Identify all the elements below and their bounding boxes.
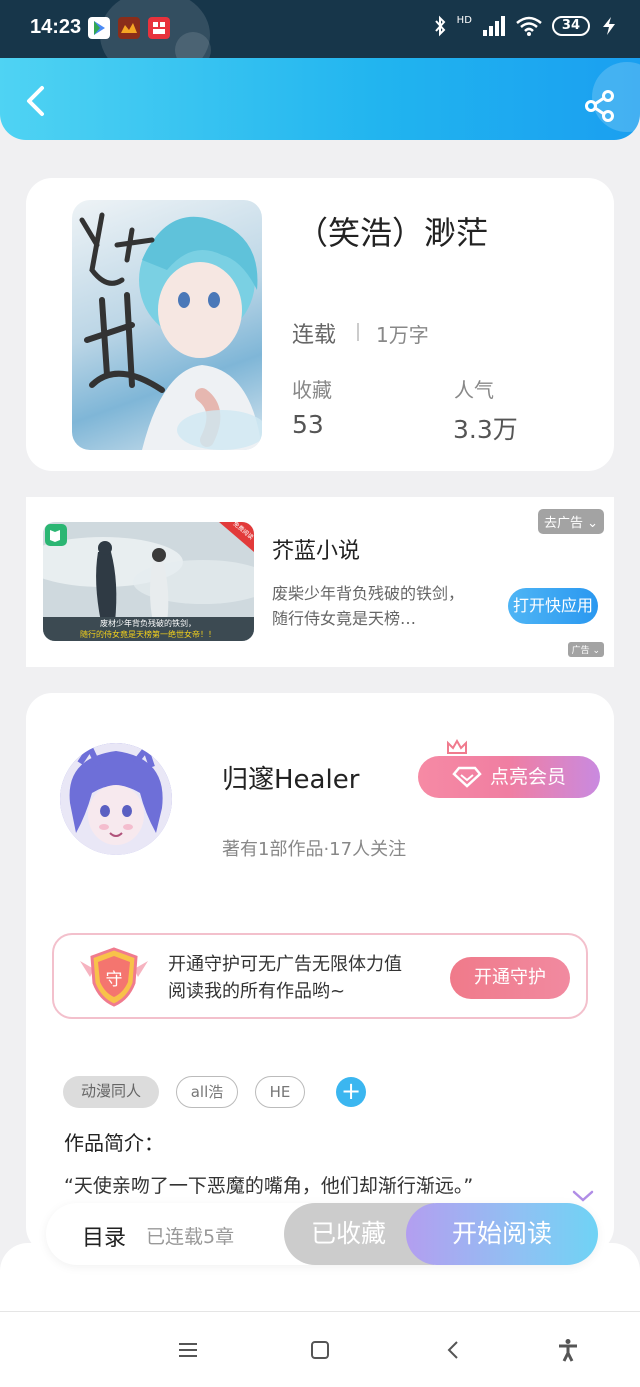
bottom-action-bar: 目录 已连载5章 已收藏 开始阅读 bbox=[46, 1203, 598, 1265]
ad-banner[interactable]: 废材少年背负残破的铁剑， 随行的侍女竟是天榜第一绝世女帝！！ 免费阅读 去广告 … bbox=[26, 497, 614, 667]
guard-description: 开通守护可无广告无限体力值 阅读我的所有作品哟~ bbox=[168, 951, 402, 1005]
ad-mark-label: 广告 bbox=[571, 646, 590, 656]
remove-ad-button[interactable]: 去广告 ⌄ bbox=[537, 509, 604, 534]
tag-item[interactable]: HE bbox=[255, 1076, 305, 1108]
share-icon[interactable] bbox=[584, 90, 616, 122]
popularity-label: 人气 bbox=[454, 378, 494, 402]
intro-text: “天使亲吻了一下恶魔的嘴角，他们却渐行渐远。” bbox=[64, 1175, 474, 1197]
author-card: 归邃Healer 著有1部作品·17人关注 点亮会员 守 开通守护可无广告无限体… bbox=[26, 693, 614, 1253]
diamond-icon bbox=[452, 766, 482, 788]
signal-icon bbox=[482, 16, 505, 36]
tag-item[interactable]: 动漫同人 bbox=[63, 1076, 159, 1108]
bluetooth-icon bbox=[434, 15, 446, 37]
charging-icon bbox=[603, 17, 615, 35]
book-cover-image[interactable] bbox=[72, 200, 262, 450]
popularity-count: 3.3万 bbox=[453, 415, 518, 444]
play-store-icon bbox=[88, 17, 110, 39]
hd-label: HD bbox=[456, 14, 472, 26]
wifi-icon bbox=[516, 16, 542, 36]
start-reading-button[interactable]: 开始阅读 bbox=[406, 1203, 598, 1265]
activate-guard-button[interactable]: 开通守护 bbox=[450, 957, 570, 999]
crown-icon bbox=[447, 739, 467, 754]
top-header bbox=[0, 58, 640, 140]
book-title: （笑浩）渺茫 bbox=[296, 214, 489, 252]
open-quick-app-button[interactable]: 打开快应用 bbox=[508, 588, 598, 624]
tag-item[interactable]: all浩 bbox=[176, 1076, 238, 1108]
game-icon bbox=[118, 17, 140, 39]
ad-image-caption-1: 废材少年背负残破的铁剑， bbox=[100, 618, 196, 628]
menu-icon[interactable] bbox=[176, 1338, 200, 1362]
app-icon bbox=[148, 17, 170, 39]
table-of-contents-button[interactable]: 目录 bbox=[82, 1220, 126, 1252]
guard-line-2: 阅读我的所有作品哟~ bbox=[168, 981, 346, 1002]
author-name: 归邃Healer bbox=[222, 765, 360, 795]
status-time: 14:23 bbox=[30, 16, 82, 38]
favorites-count: 53 bbox=[292, 410, 324, 439]
accessibility-icon[interactable] bbox=[556, 1338, 580, 1362]
chapter-count: 已连载5章 bbox=[146, 1226, 235, 1248]
system-nav-bar bbox=[0, 1311, 640, 1387]
expand-chevron-icon[interactable] bbox=[572, 1189, 594, 1203]
ad-image-caption-2: 随行的侍女竟是天榜第一绝世女帝！！ bbox=[80, 629, 216, 639]
ad-app-name: 芥蓝小说 bbox=[272, 539, 361, 564]
chevron-down-icon: ⌄ bbox=[589, 646, 600, 656]
ad-image[interactable]: 废材少年背负残破的铁剑， 随行的侍女竟是天榜第一绝世女帝！！ 免费阅读 bbox=[43, 522, 254, 641]
battery-icon: 34 bbox=[551, 16, 590, 36]
book-word-count: 1万字 bbox=[376, 323, 429, 347]
back-arrow-icon[interactable] bbox=[22, 84, 52, 118]
guard-badge-text: 守 bbox=[106, 970, 123, 990]
status-bar: 14:23 HD 34 bbox=[0, 0, 640, 58]
guard-promo-box: 守 开通守护可无广告无限体力值 阅读我的所有作品哟~ 开通守护 bbox=[52, 933, 588, 1019]
author-meta: 著有1部作品·17人关注 bbox=[222, 839, 407, 860]
remove-ad-label: 去广告 bbox=[543, 516, 583, 531]
back-icon[interactable] bbox=[442, 1338, 466, 1362]
chevron-down-icon: ⌄ bbox=[587, 516, 598, 531]
ad-description: 废柴少年背负残破的铁剑，随行侍女竟是天榜… bbox=[272, 584, 465, 628]
activate-vip-button[interactable]: 点亮会员 bbox=[418, 756, 600, 798]
author-avatar[interactable] bbox=[60, 743, 172, 855]
guard-line-1: 开通守护可无广告无限体力值 bbox=[168, 954, 402, 975]
guard-shield-icon: 守 bbox=[80, 947, 148, 1007]
book-info-card: （笑浩）渺茫 连载 1万字 收藏 53 人气 3.3万 bbox=[26, 178, 614, 471]
ad-mark: 广告 ⌄ bbox=[567, 642, 604, 657]
intro-title: 作品简介： bbox=[64, 1131, 164, 1155]
add-tag-button[interactable]: + bbox=[336, 1077, 366, 1107]
home-icon[interactable] bbox=[308, 1338, 332, 1362]
divider bbox=[357, 323, 359, 341]
book-status: 连载 bbox=[292, 323, 337, 348]
favorites-label: 收藏 bbox=[292, 378, 332, 402]
